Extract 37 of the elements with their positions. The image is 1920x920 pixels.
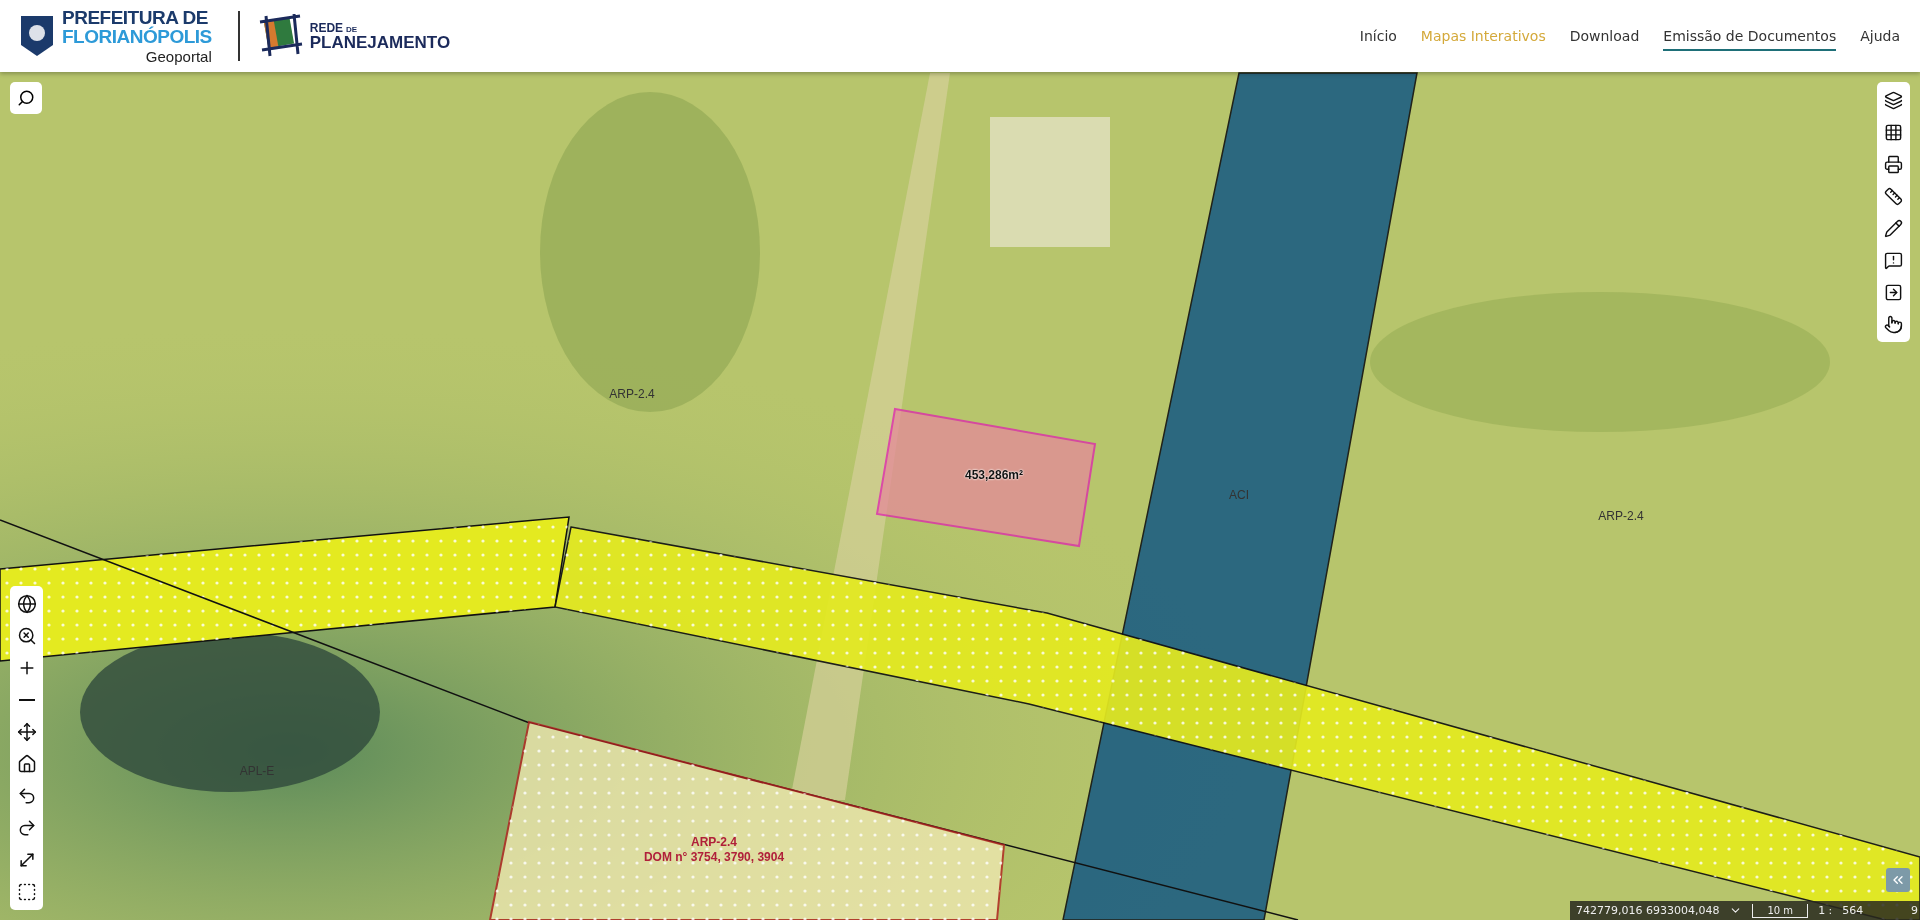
partner-title: REDE	[309, 21, 344, 34]
search-icon	[17, 89, 35, 107]
pencil-icon	[1884, 218, 1903, 238]
info-note-icon	[1884, 250, 1903, 270]
coordinates-text: 742779,016 6933004,048	[1576, 904, 1720, 917]
scale-value: 564	[1842, 904, 1864, 917]
brand-city: FLORIANÓPOLIS	[62, 27, 212, 46]
collapse-button[interactable]	[1886, 868, 1910, 892]
planning-grid-logo-icon	[257, 14, 304, 58]
scale-prefix: 1 :	[1818, 904, 1833, 917]
scale-bar: 10 m	[1752, 903, 1809, 918]
pan-arrows-icon	[16, 722, 37, 742]
ruler-icon	[1884, 186, 1903, 206]
printer-icon	[1884, 154, 1903, 174]
zone-label: ARP-2.4	[609, 387, 655, 401]
hand-pointer-icon	[1884, 314, 1903, 334]
nav-link[interactable]: Emissão de Documentos	[1663, 21, 1837, 51]
home-icon	[16, 754, 37, 774]
status-extra-text: 9	[1911, 904, 1919, 917]
area-label: 453,286m²	[965, 468, 1023, 482]
zoom-extent-icon	[16, 626, 37, 646]
partner-name: PLANEJAMENTO	[309, 33, 451, 51]
nav-link[interactable]: Início	[1359, 21, 1397, 51]
partner-title-small: DE	[346, 25, 358, 34]
search-button[interactable]	[10, 82, 42, 114]
nav-link[interactable]: Download	[1569, 21, 1640, 51]
nav-link[interactable]: Ajuda	[1860, 21, 1900, 51]
selection-frame-icon	[16, 882, 37, 902]
layers-icon	[1884, 90, 1903, 110]
lot-label: DOM n° 3754, 3790, 3904	[643, 850, 785, 864]
brand-subtitle: Geoportal	[145, 49, 212, 64]
city-shield-logo-icon	[20, 15, 54, 57]
brand-title: PREFEITURA DE	[62, 8, 208, 27]
lot-label: ARP-2.4	[691, 835, 737, 849]
zone-label: ACI	[1229, 488, 1249, 502]
globe-icon	[16, 594, 37, 614]
zone-label: ARP-2.4	[1598, 509, 1644, 523]
